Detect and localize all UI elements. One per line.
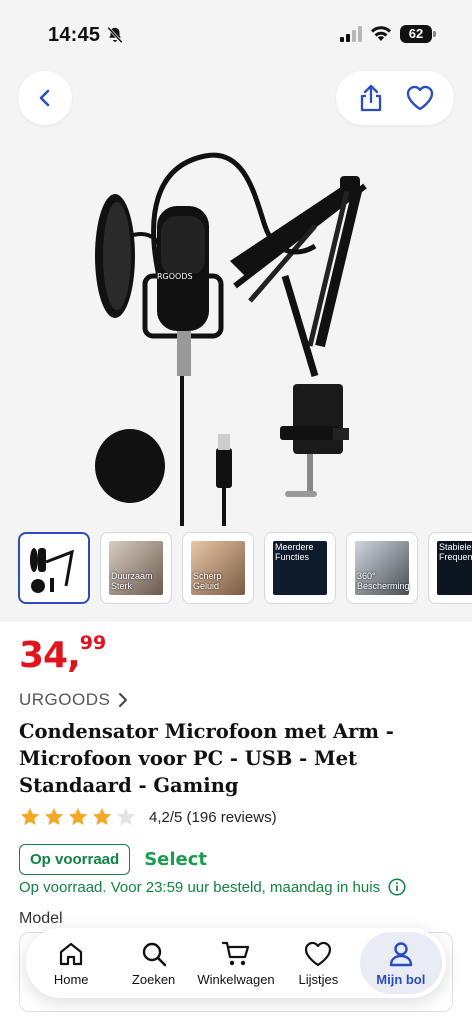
tab-home[interactable]: Home <box>30 932 112 994</box>
cart-icon <box>221 941 250 965</box>
thumbnail-caption: Meerdere Functies <box>275 542 314 562</box>
delivery-text: Op voorraad. Voor 23:59 uur besteld, maa… <box>19 878 381 896</box>
wishlist-button[interactable] <box>405 83 435 113</box>
price-integer: 34, <box>19 635 81 676</box>
delivery-info: Op voorraad. Voor 23:59 uur besteld, maa… <box>19 878 406 896</box>
status-bar: 14:45 62 <box>0 0 472 56</box>
tab-label: Lijstjes <box>298 971 339 987</box>
thumbnail-microphone-image <box>30 548 74 593</box>
rating-text: 4,2/5 (196 reviews) <box>149 808 277 826</box>
cellular-signal-icon <box>340 26 362 42</box>
product-price: 34,99 <box>19 632 106 676</box>
star-empty-icon <box>116 807 136 826</box>
chevron-left-icon <box>39 89 50 107</box>
thumbnail-4[interactable]: Meerdere Functies <box>264 532 336 604</box>
thumbnail-6[interactable]: StabieleFrequentie <box>428 532 472 604</box>
thumbnail-1[interactable] <box>18 532 90 604</box>
product-gallery: RGOODS Duurzaam Sterk Scherp Geluid Meer… <box>0 56 472 622</box>
select-badge[interactable]: Select <box>144 849 207 870</box>
availability-badges: Op voorraad Select <box>19 844 207 875</box>
share-icon <box>360 84 381 112</box>
tab-search[interactable]: Zoeken <box>112 932 194 994</box>
wifi-icon <box>371 26 391 41</box>
share-button[interactable] <box>356 83 386 113</box>
brand-link[interactable]: URGOODS <box>19 690 128 710</box>
header-actions <box>336 71 454 125</box>
thumbnail-3[interactable]: Scherp Geluid <box>182 532 254 604</box>
product-image-microphone[interactable]: RGOODS <box>85 136 395 526</box>
price-decimals: 99 <box>79 632 107 654</box>
thumbnail-5[interactable]: 360° Bescherming <box>346 532 418 604</box>
heart-icon <box>406 85 433 111</box>
heart-icon <box>305 941 332 966</box>
thumbnail-caption: 360° Bescherming <box>357 571 410 591</box>
back-button[interactable] <box>18 71 72 125</box>
star-icon <box>44 807 64 826</box>
battery-indicator: 62 <box>400 25 436 43</box>
home-icon <box>60 942 83 965</box>
chevron-right-icon <box>119 693 128 707</box>
thumbnail-caption: Duurzaam Sterk <box>111 571 153 591</box>
status-time: 14:45 <box>48 24 101 46</box>
bell-off-icon <box>107 26 123 44</box>
tab-label: Home <box>53 971 89 987</box>
tab-label: Zoeken <box>131 971 176 987</box>
brand-name: URGOODS <box>19 690 111 709</box>
thumbnail-caption: Scherp Geluid <box>193 571 222 591</box>
thumbnail-2[interactable]: Duurzaam Sterk <box>100 532 172 604</box>
thumbnail-caption: StabieleFrequentie <box>439 542 472 562</box>
user-icon <box>389 941 413 966</box>
model-label: Model <box>19 910 63 927</box>
tab-my-bol[interactable]: Mijn bol <box>359 932 443 994</box>
svg-text:RGOODS: RGOODS <box>157 272 193 281</box>
tab-label: Winkelwagen <box>197 971 275 987</box>
star-icon <box>20 807 40 826</box>
star-icon <box>68 807 88 826</box>
info-icon[interactable] <box>388 878 406 896</box>
product-title: Condensator Microfoon met Arm - Microfoo… <box>19 720 394 797</box>
tab-cart[interactable]: Winkelwagen <box>195 932 277 994</box>
search-icon <box>142 942 166 966</box>
bottom-tab-bar: Home Zoeken Winkelwagen Lijstjes Mijn bo… <box>26 928 446 998</box>
stock-badge: Op voorraad <box>19 844 131 875</box>
rating-stars <box>19 806 137 828</box>
tab-label: Mijn bol <box>376 971 426 987</box>
tab-lists[interactable]: Lijstjes <box>277 932 359 994</box>
product-rating[interactable]: 4,2/5 (196 reviews) <box>19 806 277 828</box>
thumbnail-strip: Duurzaam Sterk Scherp Geluid Meerdere Funct… <box>18 532 472 606</box>
star-icon <box>92 807 112 826</box>
